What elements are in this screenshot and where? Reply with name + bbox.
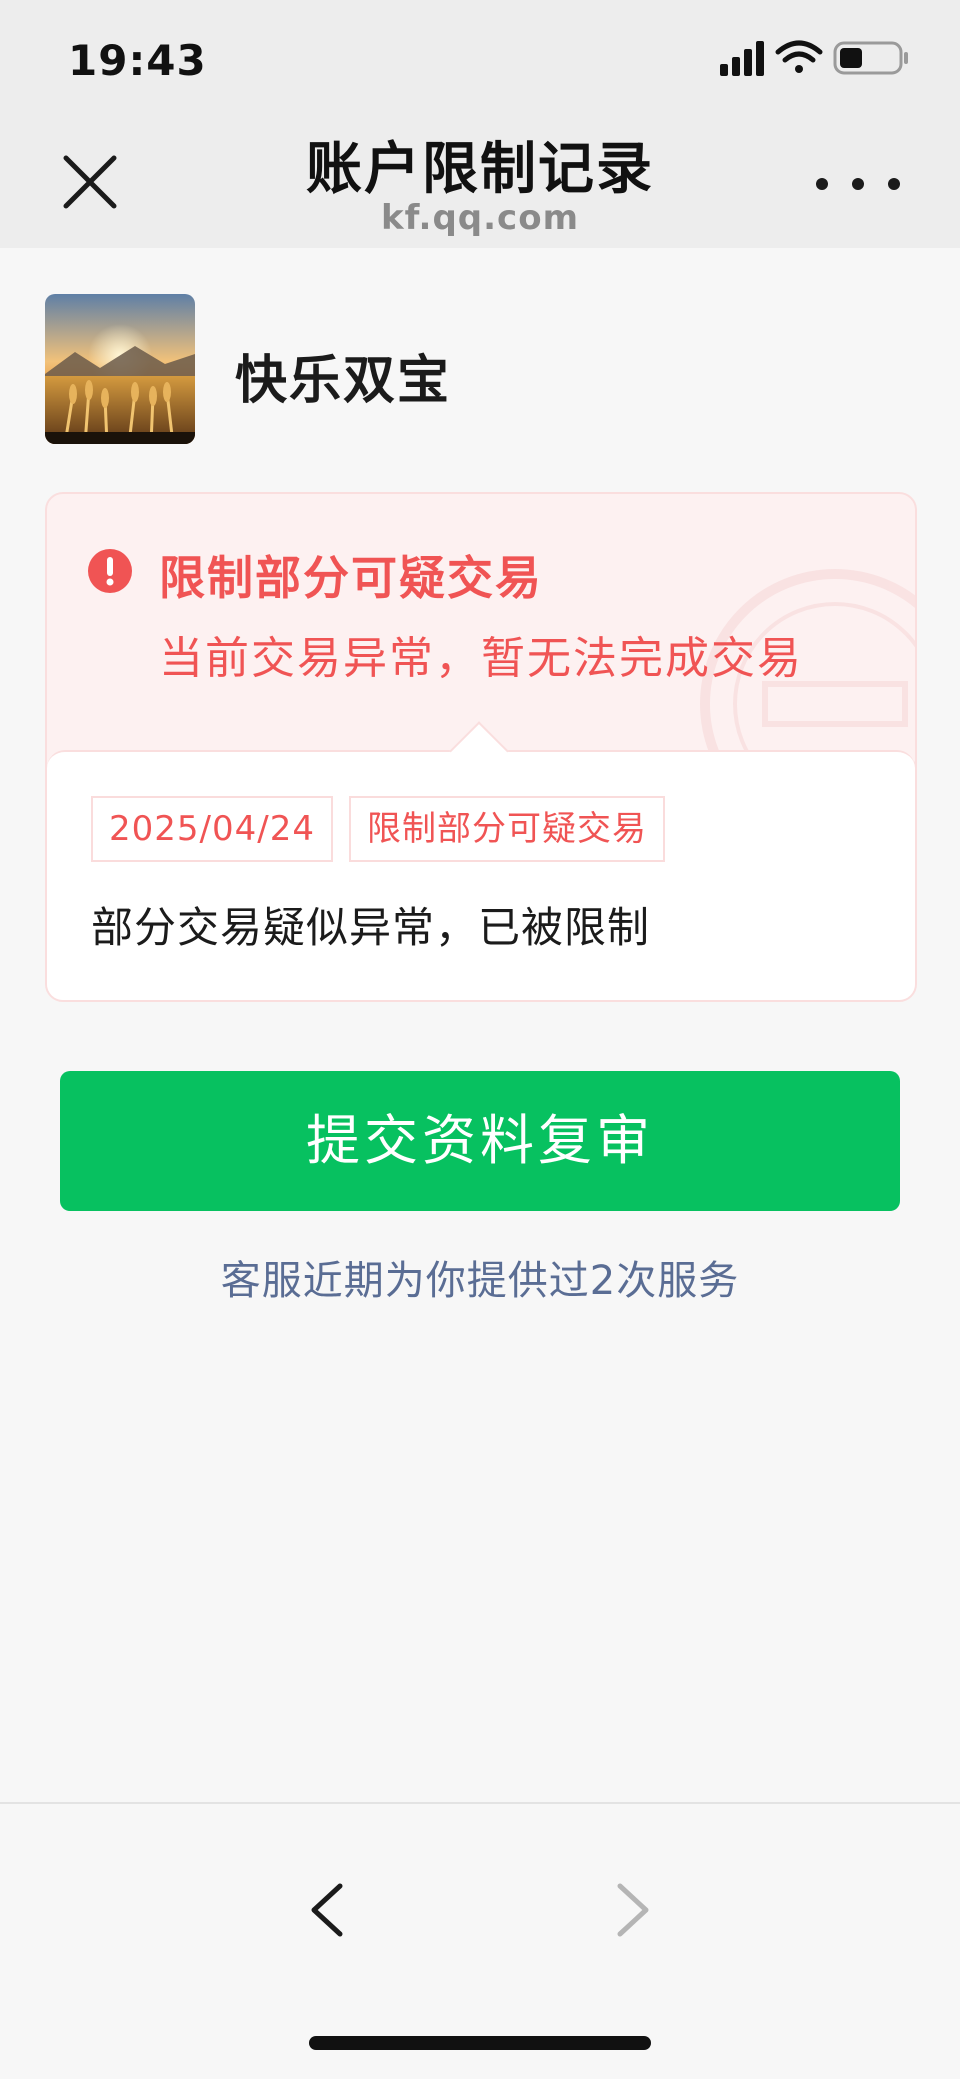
account-name: 快乐双宝 <box>235 351 452 411</box>
forward-button[interactable] <box>600 1870 660 1950</box>
type-tag: 限制部分可疑交易 <box>348 796 665 862</box>
alert-icon <box>88 549 132 593</box>
battery-icon <box>833 41 908 75</box>
restriction-detail-text: 部分交易疑似异常，已被限制 <box>91 903 651 952</box>
caret-pointer <box>449 721 509 781</box>
restriction-card: 限制部分可疑交易 当前交易异常，暂无法完成交易 2025/04/24 限制部分可… <box>45 492 917 1002</box>
tag-list: 2025/04/24 限制部分可疑交易 <box>91 796 665 862</box>
restriction-title: 限制部分可疑交易 <box>159 551 543 605</box>
service-history-link[interactable]: 客服近期为你提供过2次服务 <box>0 1248 960 1306</box>
home-indicator[interactable] <box>309 2036 651 2050</box>
chevron-left-icon <box>311 1883 343 1937</box>
status-icons <box>720 38 920 78</box>
chevron-right-icon <box>617 1883 649 1937</box>
status-bar: 19:43 <box>0 0 960 110</box>
submit-review-button[interactable]: 提交资料复审 <box>60 1071 900 1211</box>
date-tag: 2025/04/24 <box>91 796 333 862</box>
account-row: 快乐双宝 <box>45 294 915 444</box>
wifi-icon <box>775 40 823 73</box>
status-time: 19:43 <box>68 36 207 85</box>
back-button[interactable] <box>300 1870 360 1950</box>
nav-bar: 账户限制记录 kf.qq.com <box>0 110 960 248</box>
restriction-detail: 2025/04/24 限制部分可疑交易 部分交易疑似异常，已被限制 <box>47 721 915 1000</box>
page-domain: kf.qq.com <box>381 198 579 238</box>
avatar <box>45 294 195 444</box>
restriction-description: 当前交易异常，暂无法完成交易 <box>159 633 803 684</box>
signal-icon <box>720 41 764 76</box>
more-button[interactable] <box>808 160 908 204</box>
